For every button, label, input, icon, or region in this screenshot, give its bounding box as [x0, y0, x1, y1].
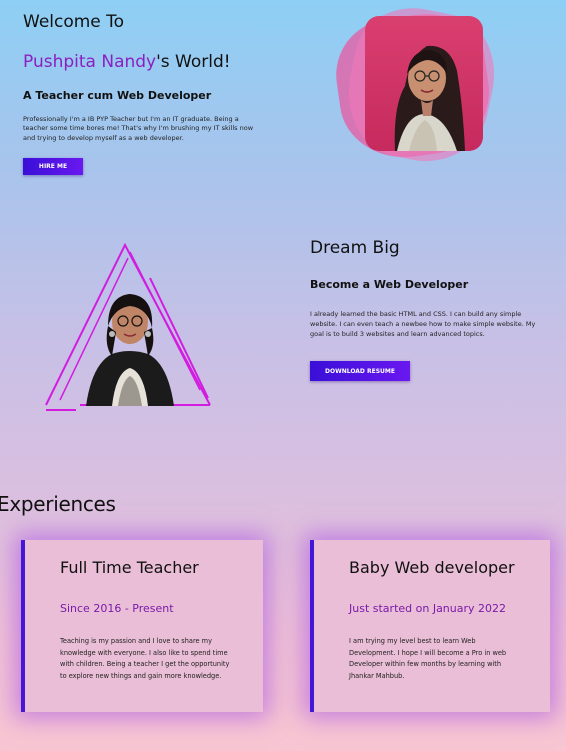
experience-date: Just started on January 2022	[349, 602, 507, 615]
welcome-heading: Welcome To	[23, 12, 125, 32]
download-resume-button[interactable]: DOWNLOAD RESUME	[310, 361, 410, 381]
experience-date: Since 2016 - Present	[60, 602, 174, 615]
experiences-heading: Experiences	[0, 492, 116, 516]
profile-photo	[365, 16, 483, 151]
experience-title: Full Time Teacher	[60, 558, 199, 577]
experience-description: I am trying my level best to learn Web D…	[349, 637, 507, 680]
experience-description: Teaching is my passion and I love to sha…	[60, 637, 230, 680]
about-heading: Dream Big	[310, 238, 400, 258]
experience-title: Baby Web developer	[349, 558, 515, 577]
name-suffix: 's World!	[156, 52, 231, 72]
triangle-photo-frame	[40, 240, 220, 415]
about-description: I already learned the basic HTML and CSS…	[310, 310, 536, 338]
hero-description: Professionally I'm a IB PYP Teacher but …	[23, 115, 254, 142]
person-portrait-icon	[394, 45, 465, 151]
person-portrait-icon	[86, 294, 174, 406]
triangle-photo	[82, 276, 178, 406]
hero-subtitle: A Teacher cum Web Developer	[23, 89, 212, 102]
name-heading: Pushpita Nandy's World!	[23, 52, 231, 72]
experience-card: Baby Web developer Just started on Janua…	[310, 540, 550, 712]
name-highlight: Pushpita Nandy	[23, 52, 157, 72]
profile-photo-frame	[328, 0, 507, 174]
about-subtitle: Become a Web Developer	[310, 278, 469, 291]
experience-card: Full Time Teacher Since 2016 - Present T…	[21, 540, 263, 712]
hire-me-button[interactable]: HIRE ME	[23, 158, 83, 175]
